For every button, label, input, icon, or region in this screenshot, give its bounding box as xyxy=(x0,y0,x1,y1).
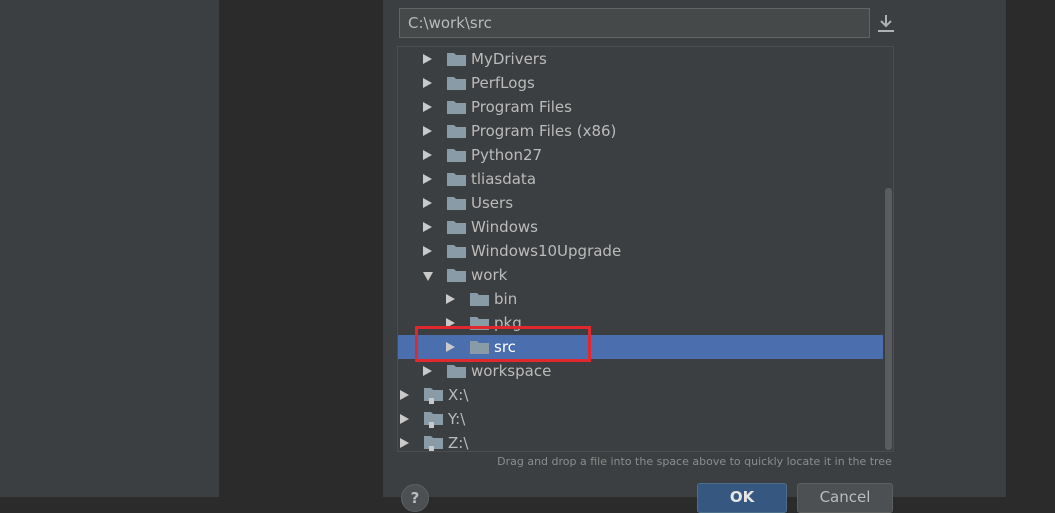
tree-item-label: bin xyxy=(494,290,518,308)
tree-item-label: Y:\ xyxy=(448,410,466,428)
annotation-highlight-box xyxy=(415,326,591,362)
tree-item-label: Program Files (x86) xyxy=(471,122,617,140)
tree-item-label: PerfLogs xyxy=(471,74,535,92)
folder-icon xyxy=(447,245,466,258)
tree-item[interactable]: tliasdata xyxy=(398,167,883,191)
folder-icon xyxy=(470,293,489,306)
tree-item[interactable]: Windows10Upgrade xyxy=(398,239,883,263)
vertical-scrollbar[interactable] xyxy=(883,47,893,451)
expand-arrow-icon[interactable] xyxy=(423,126,432,136)
tree-item-label: Windows xyxy=(471,218,538,236)
tree-item[interactable]: Y:\ xyxy=(398,407,883,431)
drive-icon xyxy=(424,388,443,404)
tree-item-label: Windows10Upgrade xyxy=(471,242,622,260)
tree-item[interactable]: Windows xyxy=(398,215,883,239)
tree-item-label: Program Files xyxy=(471,98,572,116)
folder-icon xyxy=(447,77,466,90)
expand-arrow-icon[interactable] xyxy=(423,102,432,112)
drive-icon xyxy=(424,436,443,451)
folder-icon xyxy=(447,173,466,186)
folder-icon xyxy=(447,269,466,282)
tree-item[interactable]: Python27 xyxy=(398,143,883,167)
editor-background xyxy=(219,0,383,497)
tree-item[interactable]: MyDrivers xyxy=(398,47,883,71)
help-button[interactable]: ? xyxy=(401,484,429,512)
folder-icon xyxy=(447,221,466,234)
left-background-panel xyxy=(0,0,219,497)
tree-item-label: tliasdata xyxy=(471,170,537,188)
expand-arrow-icon[interactable] xyxy=(446,294,455,304)
cancel-button[interactable]: Cancel xyxy=(797,483,893,513)
drive-icon xyxy=(424,412,443,428)
tree-item[interactable]: Users xyxy=(398,191,883,215)
tree-item[interactable]: workspace xyxy=(398,359,883,383)
folder-icon xyxy=(447,101,466,114)
drag-drop-hint: Drag and drop a file into the space abov… xyxy=(497,455,892,468)
folder-icon xyxy=(447,365,466,378)
expand-arrow-icon[interactable] xyxy=(423,78,432,88)
tree-item[interactable]: X:\ xyxy=(398,383,883,407)
path-input[interactable] xyxy=(399,8,870,38)
right-background-panel xyxy=(1006,0,1055,497)
tree-item[interactable]: Program Files xyxy=(398,95,883,119)
folder-icon xyxy=(447,125,466,138)
expand-arrow-icon[interactable] xyxy=(423,150,432,160)
tree-item[interactable]: Program Files (x86) xyxy=(398,119,883,143)
expand-arrow-icon[interactable] xyxy=(400,414,409,424)
tree-item-label: work xyxy=(471,266,508,284)
tree-item[interactable]: bin xyxy=(398,287,883,311)
ok-button[interactable]: OK xyxy=(697,483,787,513)
tree-item-label: MyDrivers xyxy=(471,50,547,68)
folder-icon xyxy=(447,197,466,210)
tree-item-label: Python27 xyxy=(471,146,543,164)
directory-tree[interactable]: MyDrivers PerfLogs Program Files Program… xyxy=(397,46,894,452)
tree-item[interactable]: work xyxy=(398,263,883,287)
tree-item[interactable]: Z:\ xyxy=(398,431,883,452)
expand-arrow-icon[interactable] xyxy=(423,174,432,184)
folder-icon xyxy=(447,53,466,66)
tree-item-label: X:\ xyxy=(448,386,469,404)
download-icon[interactable] xyxy=(875,12,897,36)
expand-arrow-icon[interactable] xyxy=(400,390,409,400)
tree-item-label: Z:\ xyxy=(448,434,469,452)
select-folder-dialog: MyDrivers PerfLogs Program Files Program… xyxy=(383,0,1006,513)
tree-item-label: Users xyxy=(471,194,514,212)
tree-item[interactable]: PerfLogs xyxy=(398,71,883,95)
expand-arrow-icon[interactable] xyxy=(423,366,432,376)
tree-item-label: workspace xyxy=(471,362,552,380)
expand-arrow-icon[interactable] xyxy=(423,222,432,232)
folder-icon xyxy=(447,149,466,162)
expand-arrow-icon[interactable] xyxy=(423,246,432,256)
expand-arrow-icon[interactable] xyxy=(423,54,432,64)
expand-arrow-icon[interactable] xyxy=(400,438,409,448)
scrollbar-thumb[interactable] xyxy=(885,188,892,450)
collapse-arrow-icon[interactable] xyxy=(423,272,433,281)
expand-arrow-icon[interactable] xyxy=(423,198,432,208)
